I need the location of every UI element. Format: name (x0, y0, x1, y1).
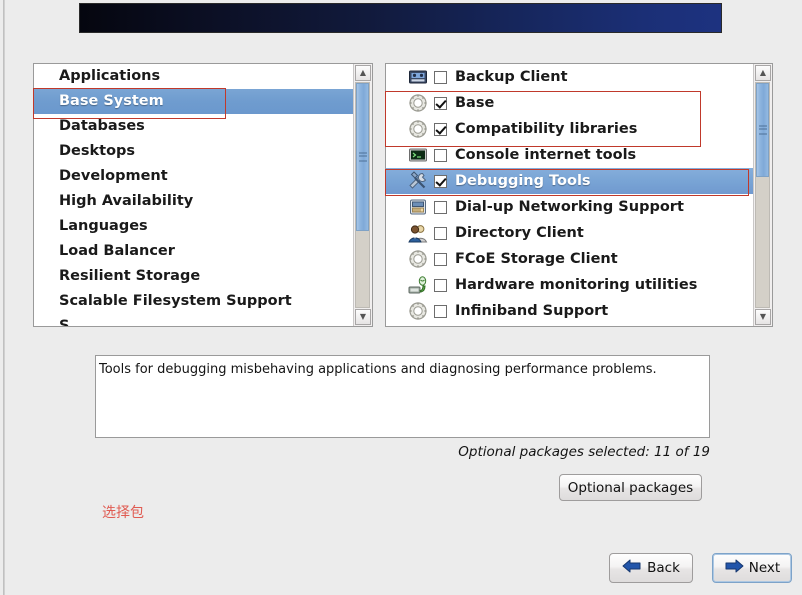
package-list-item-label: FCoE Storage Client (455, 251, 618, 267)
tools-icon (408, 171, 428, 191)
scroll-thumb-left[interactable] (356, 83, 369, 231)
package-list-item[interactable]: FCoE Storage Client (386, 246, 753, 272)
next-label: Next (749, 560, 780, 576)
group-list-item-label: Resilient Storage (59, 268, 200, 284)
package-list-item-label: Compatibility libraries (455, 121, 637, 137)
package-list-panel: Backup Client Base Compatibility libraries… (385, 63, 773, 327)
package-list-item-label: Hardware monitoring utilities (455, 277, 697, 293)
package-list-item-label: Backup Client (455, 69, 568, 85)
package-list-item[interactable]: Console internet tools (386, 142, 753, 168)
package-list-item[interactable]: Directory Client (386, 220, 753, 246)
optional-packages-label: Optional packages (568, 480, 693, 496)
package-checkbox[interactable] (434, 149, 447, 162)
group-list-item-label: Desktops (59, 143, 135, 159)
package-checkbox[interactable] (434, 279, 447, 292)
description-box: Tools for debugging misbehaving applicat… (95, 355, 710, 438)
chevron-down-icon: ▼ (759, 315, 767, 319)
gear-icon (408, 301, 428, 321)
group-list-item-label: Development (59, 168, 168, 184)
package-list-scrollbar[interactable]: ▲ ▼ (753, 64, 772, 326)
group-list-item[interactable]: Scalable Filesystem Support (34, 289, 354, 314)
chevron-down-icon: ▼ (359, 315, 367, 319)
group-list-item-label: Applications (59, 68, 160, 84)
next-button[interactable]: Next (712, 553, 792, 583)
package-checkbox[interactable] (434, 123, 447, 136)
group-list-scrollbar[interactable]: ▲ ▼ (353, 64, 372, 326)
package-list-item-label: Dial-up Networking Support (455, 199, 684, 215)
group-list-item[interactable]: Desktops (34, 139, 354, 164)
users-icon (408, 223, 428, 243)
package-checkbox[interactable] (434, 305, 447, 318)
scroll-up-button-right[interactable]: ▲ (755, 65, 771, 81)
group-list-item[interactable]: Languages (34, 214, 354, 239)
modem-icon (408, 197, 428, 217)
header-banner (79, 3, 722, 33)
package-list-item[interactable]: Hardware monitoring utilities (386, 272, 753, 298)
package-checkbox[interactable] (434, 71, 447, 84)
package-list-item[interactable]: Compatibility libraries (386, 116, 753, 142)
back-button[interactable]: Back (609, 553, 693, 583)
package-checkbox[interactable] (434, 253, 447, 266)
chevron-up-icon: ▲ (359, 71, 367, 75)
optional-packages-button[interactable]: Optional packages (559, 474, 702, 501)
package-checkbox[interactable] (434, 201, 447, 214)
group-list-panel: Applications Base System Databases Desktops… (33, 63, 373, 327)
scroll-track-left[interactable] (355, 82, 370, 308)
package-list[interactable]: Backup Client Base Compatibility libraries… (386, 64, 753, 326)
group-list-item-label: High Availability (59, 193, 193, 209)
grip-icon (759, 126, 767, 135)
arrow-left-icon (622, 558, 642, 578)
grip-icon (359, 152, 367, 161)
package-list-item[interactable]: Debugging Tools (386, 168, 753, 194)
package-list-item-label: Directory Client (455, 225, 584, 241)
annotation-note-cn: 选择包 (102, 502, 144, 522)
scroll-up-button-left[interactable]: ▲ (355, 65, 371, 81)
package-checkbox[interactable] (434, 227, 447, 240)
scroll-down-button-right[interactable]: ▼ (755, 309, 771, 325)
group-list-item[interactable]: High Availability (34, 189, 354, 214)
gear-icon (408, 119, 428, 139)
package-list-item[interactable]: Dial-up Networking Support (386, 194, 753, 220)
backup-client-icon (408, 67, 428, 87)
group-list-item[interactable]: Base System (34, 89, 354, 114)
scroll-down-button-left[interactable]: ▼ (355, 309, 371, 325)
package-list-item-label: Console internet tools (455, 147, 636, 163)
gear-icon (408, 249, 428, 269)
chevron-up-icon: ▲ (759, 71, 767, 75)
package-list-item[interactable]: Base (386, 90, 753, 116)
group-list-item[interactable]: Resilient Storage (34, 264, 354, 289)
package-checkbox[interactable] (434, 97, 447, 110)
window-left-border (3, 0, 5, 595)
group-list-item[interactable]: Databases (34, 114, 354, 139)
package-checkbox[interactable] (434, 175, 447, 188)
package-list-item-label: Infiniband Support (455, 303, 608, 319)
scroll-track-right[interactable] (755, 82, 770, 308)
package-list-item[interactable]: Backup Client (386, 64, 753, 90)
scroll-thumb-right[interactable] (756, 83, 769, 177)
group-list-item[interactable]: Applications (34, 64, 354, 89)
group-list-item[interactable]: Load Balancer (34, 239, 354, 264)
group-list-item-label: Scalable Filesystem Support (59, 293, 292, 309)
group-list-item-label: Languages (59, 218, 148, 234)
package-list-item[interactable]: Infiniband Support (386, 298, 753, 324)
group-list[interactable]: Applications Base System Databases Desktops… (34, 64, 354, 326)
arrow-right-icon (724, 558, 744, 578)
description-text: Tools for debugging misbehaving applicat… (99, 362, 657, 377)
group-list-item-label: Load Balancer (59, 243, 175, 259)
group-list-item-label: Base System (59, 93, 164, 109)
group-list-item[interactable]: S (34, 314, 354, 326)
package-list-item-label: Base (455, 95, 494, 111)
package-list-item-label: Debugging Tools (455, 173, 591, 189)
group-list-item[interactable]: Development (34, 164, 354, 189)
group-list-item-label: Databases (59, 118, 145, 134)
terminal-icon (408, 145, 428, 165)
hardware-monitor-icon (408, 275, 428, 295)
optional-packages-count: Optional packages selected: 11 of 19 (300, 444, 710, 460)
back-label: Back (647, 560, 680, 576)
group-list-item-label: S (59, 318, 69, 326)
gear-icon (408, 93, 428, 113)
